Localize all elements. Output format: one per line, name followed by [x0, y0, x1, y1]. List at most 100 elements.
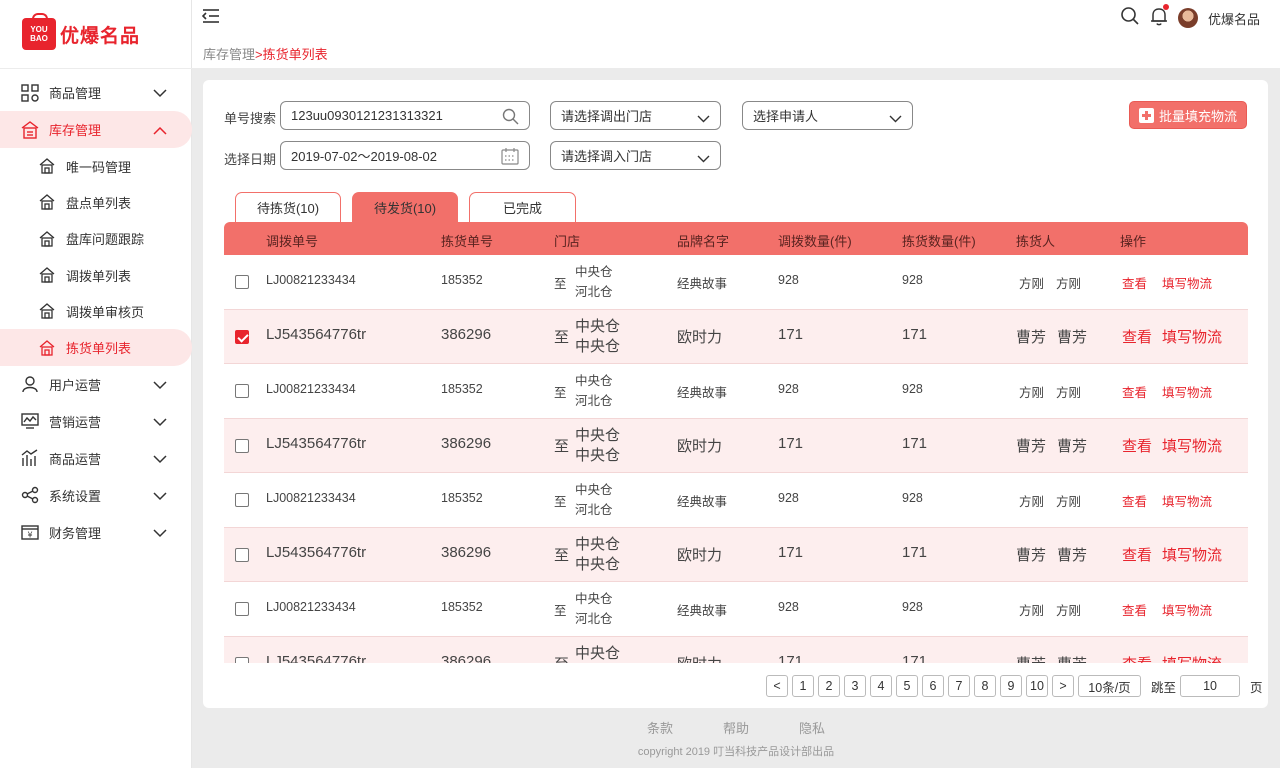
calendar-icon[interactable] [501, 148, 519, 168]
sidebar-item-product-mgmt[interactable]: 商品管理 [0, 74, 192, 111]
sidebar-item-product-ops[interactable]: 商品运营 [0, 440, 192, 477]
tab-pending-ship[interactable]: 待发货(10) [352, 192, 458, 222]
sidebar-item-label: 用户运营 [49, 377, 102, 393]
to-store: 河北仓 [575, 394, 613, 408]
page-button[interactable]: 7 [948, 675, 970, 697]
sidebar-subitem-stocktake-list[interactable]: 盘点单列表 [0, 184, 192, 220]
brand-name: 经典故事 [677, 277, 728, 291]
table-row[interactable]: LJ543564776tr 386296 欧时力 171 171 曹芳曹芳 查看填写物流 至中… [224, 309, 1248, 364]
date-range-picker[interactable]: 2019-07-02～2019-08-02 [280, 141, 530, 170]
sidebar-item-label: 商品管理 [49, 86, 102, 101]
menu-collapse-icon[interactable] [201, 7, 222, 27]
next-page-button[interactable]: > [1052, 675, 1074, 697]
row-checkbox[interactable] [235, 602, 249, 616]
order-search-input[interactable]: 123uu0930121231313321 [280, 101, 530, 130]
brand-name: 经典故事 [677, 386, 728, 400]
jump-page-input[interactable]: 10 [1180, 675, 1241, 697]
prev-page-button[interactable]: < [766, 675, 788, 697]
page-button[interactable]: 8 [974, 675, 996, 697]
view-link[interactable]: 查看 [1122, 600, 1147, 619]
row-checkbox[interactable] [235, 438, 249, 453]
date-range-value: 2019-07-02～2019-08-02 [291, 149, 437, 164]
page-button[interactable]: 1 [792, 675, 814, 697]
row-checkbox[interactable] [235, 384, 249, 398]
view-link[interactable]: 查看 [1122, 435, 1152, 456]
search-icon[interactable] [502, 108, 519, 128]
row-checkbox[interactable] [235, 275, 249, 289]
applicant-select[interactable]: 选择申请人 [742, 101, 913, 130]
table-row[interactable]: LJ00821233434 185352 经典故事 928 928 方刚 方刚 查看 填写物流 至… [224, 473, 1248, 528]
tab-completed[interactable]: 已完成 [469, 192, 576, 222]
sidebar-subitem-unique-code[interactable]: 唯一码管理 [0, 148, 192, 184]
footer: 条款 帮助 隐私 copyright 2019 叮当科技产品设计部出品 [192, 718, 1280, 759]
page-button[interactable]: 2 [818, 675, 840, 697]
from-store: 中央仓 [575, 426, 621, 444]
yen-icon: ¥ [20, 522, 40, 542]
store-to-label: 至 [554, 653, 569, 664]
search-icon[interactable] [1120, 6, 1140, 31]
breadcrumb-parent[interactable]: 库存管理 [203, 47, 255, 62]
sidebar-item-finance-mgmt[interactable]: ¥ 财务管理 [0, 514, 192, 551]
page-button[interactable]: 4 [870, 675, 892, 697]
store-route: 中央仓 河北仓 [575, 371, 613, 411]
sidebar-subitem-transfer-list[interactable]: 调拨单列表 [0, 257, 192, 293]
fill-logistics-link[interactable]: 填写物流 [1162, 435, 1222, 456]
plus-icon [1138, 107, 1154, 123]
view-link[interactable]: 查看 [1122, 653, 1152, 664]
table-row[interactable]: LJ00821233434 185352 经典故事 928 928 方刚 方刚 查看 填写物流 至… [224, 582, 1248, 637]
fill-logistics-link[interactable]: 填写物流 [1162, 544, 1222, 565]
footer-link-help[interactable]: 帮助 [723, 718, 749, 737]
row-checkbox[interactable] [235, 547, 249, 562]
bell-icon[interactable] [1150, 3, 1169, 31]
username[interactable]: 优爆名品 [1208, 9, 1260, 28]
fill-logistics-link[interactable]: 填写物流 [1162, 653, 1222, 664]
table-row[interactable]: LJ00821233434 185352 经典故事 928 928 方刚 方刚 查看 填写物流 至… [224, 364, 1248, 419]
to-store: 中央仓 [575, 446, 621, 464]
page-size-select[interactable]: 10条/页 [1078, 675, 1141, 697]
fill-logistics-link[interactable]: 填写物流 [1162, 273, 1212, 292]
view-link[interactable]: 查看 [1122, 273, 1147, 292]
chevron-down-icon [153, 526, 167, 541]
footer-link-privacy[interactable]: 隐私 [799, 718, 825, 737]
row-checkbox[interactable] [235, 656, 249, 663]
page-button[interactable]: 6 [922, 675, 944, 697]
fill-logistics-link[interactable]: 填写物流 [1162, 382, 1212, 401]
from-store: 中央仓 [575, 592, 613, 606]
row-checkbox[interactable] [235, 493, 249, 507]
table-row[interactable]: LJ00821233434 185352 经典故事 928 928 方刚 方刚 查看 填写物流 至… [224, 255, 1248, 310]
fill-logistics-link[interactable]: 填写物流 [1162, 600, 1212, 619]
page-button[interactable]: 10 [1026, 675, 1048, 697]
sidebar-subitem-stocktake-issues[interactable]: 盘库问题跟踪 [0, 221, 192, 257]
sidebar-item-user-ops[interactable]: 用户运营 [0, 366, 192, 403]
page-button[interactable]: 9 [1000, 675, 1022, 697]
brand-logo[interactable]: YOU BAO 优爆名品 [22, 13, 140, 51]
sidebar-subitem-picking-list[interactable]: 拣货单列表 [0, 329, 192, 366]
view-link[interactable]: 查看 [1122, 326, 1152, 347]
page-button[interactable]: 5 [896, 675, 918, 697]
view-link[interactable]: 查看 [1122, 382, 1147, 401]
table-row[interactable]: LJ543564776tr 386296 欧时力 171 171 曹芳曹芳 查看填写物流 至中… [224, 527, 1248, 582]
chevron-down-icon [153, 378, 167, 393]
out-store-select[interactable]: 请选择调出门店 [550, 101, 721, 130]
table-row[interactable]: LJ543564776tr 386296 欧时力 171 171 曹芳曹芳 查看填写物流 至中… [224, 636, 1248, 664]
from-store: 中央仓 [575, 644, 621, 662]
store-route: 中央仓中央仓 [575, 426, 620, 466]
in-store-select[interactable]: 请选择调入门店 [550, 141, 721, 170]
sidebar-subitem-transfer-review[interactable]: 调拨单审核页 [0, 293, 192, 329]
sidebar-item-system-settings[interactable]: 系统设置 [0, 477, 192, 514]
page-button[interactable]: 3 [844, 675, 866, 697]
view-link[interactable]: 查看 [1122, 544, 1152, 565]
table-row[interactable]: LJ543564776tr 386296 欧时力 171 171 曹芳曹芳 查看填写物流 至中… [224, 418, 1248, 473]
row-checkbox[interactable] [235, 329, 249, 344]
batch-fill-logistics-button[interactable]: 批量填充物流 [1129, 101, 1247, 129]
sidebar-item-inventory-mgmt[interactable]: 库存管理 [0, 111, 192, 148]
footer-link-terms[interactable]: 条款 [647, 718, 673, 737]
view-link[interactable]: 查看 [1122, 491, 1147, 510]
fill-logistics-link[interactable]: 填写物流 [1162, 326, 1222, 347]
tab-pending-pick[interactable]: 待拣货(10) [235, 192, 341, 222]
sidebar-item-marketing-ops[interactable]: 营销运营 [0, 403, 192, 440]
avatar[interactable] [1177, 8, 1198, 28]
fill-logistics-link[interactable]: 填写物流 [1162, 491, 1212, 510]
store-route: 中央仓 河北仓 [575, 262, 613, 302]
copyright: copyright 2019 叮当科技产品设计部出品 [637, 746, 835, 758]
